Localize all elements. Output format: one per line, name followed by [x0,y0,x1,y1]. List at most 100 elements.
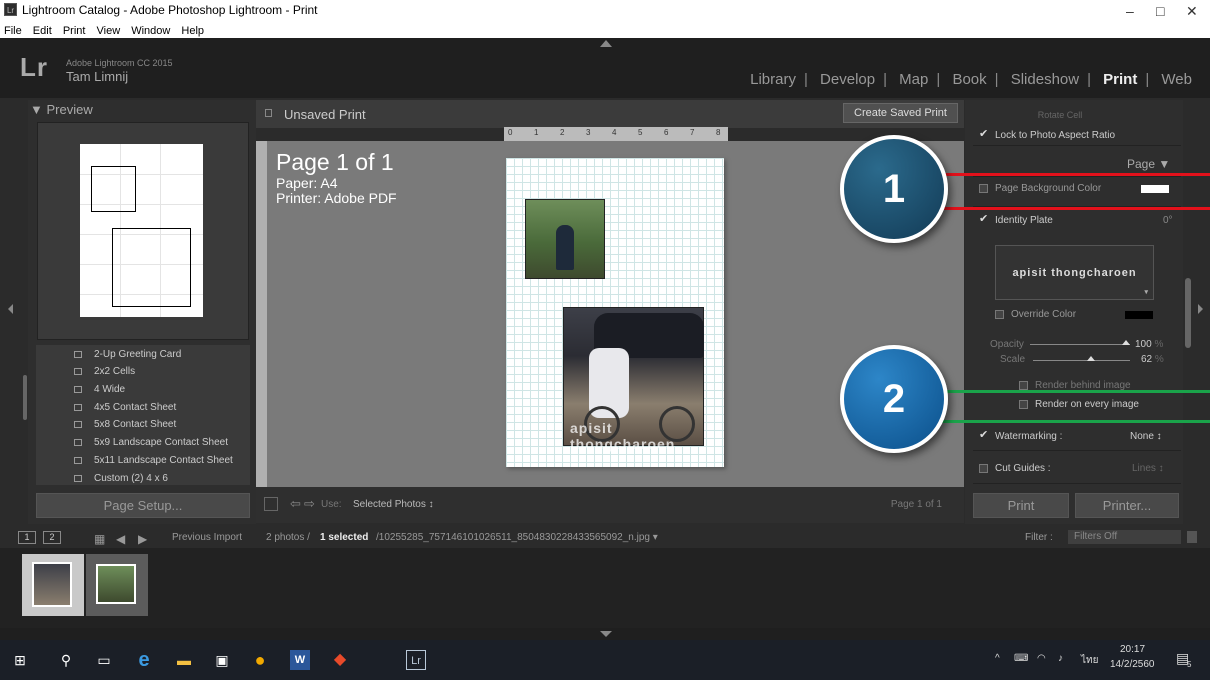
create-saved-print-button[interactable]: Create Saved Print [843,103,958,123]
filmstrip-source[interactable]: Previous Import [172,532,242,543]
template-item[interactable]: 2-Up Greeting Card [36,346,246,363]
watermarking-checkmark-icon[interactable]: ✔ [979,428,988,441]
main-window-button[interactable]: 1 [18,531,36,544]
next-page-icon[interactable]: ⇨ [304,496,315,512]
identity-plate-editor[interactable]: apisit thongcharoen ▾ [995,245,1154,300]
page-setup-button[interactable]: Page Setup... [36,493,250,518]
lock-aspect-checkmark-icon[interactable]: ✔ [979,127,988,140]
menu-view[interactable]: View [97,24,121,38]
chrome-icon[interactable]: ● [250,650,270,670]
filmstrip-thumbnail-1[interactable] [22,554,84,616]
template-item[interactable]: 5x9 Landscape Contact Sheet [36,434,246,451]
print-button[interactable]: Print [973,493,1069,518]
ruler-tick: 3 [586,128,591,137]
forward-arrow-icon[interactable]: ▶ [138,532,147,546]
opacity-slider[interactable] [1030,344,1130,345]
template-item[interactable]: 4x5 Contact Sheet [36,399,246,416]
photo-cell-2[interactable]: apisit thongcharoen [563,307,704,452]
page-bg-color-checkbox[interactable] [979,184,988,193]
watermarking-select[interactable]: None ↕ [1130,431,1162,442]
word-icon[interactable]: W [290,650,310,670]
module-map[interactable]: Map [895,71,932,88]
collapse-left-panel-icon[interactable] [8,304,13,314]
file-explorer-icon[interactable]: ▬ [174,650,194,670]
collapse-top-panel-icon[interactable] [600,40,612,47]
restore-button[interactable]: □ [1156,3,1164,19]
use-selector[interactable]: Selected Photos ↕ [353,499,434,510]
filter-select[interactable]: Filters Off [1068,530,1181,544]
override-color-swatch[interactable] [1125,311,1153,319]
tray-expand-icon[interactable]: ^ [995,653,1000,664]
template-item[interactable]: 4 Wide [36,381,246,398]
left-panel-scrollbar[interactable] [23,375,27,420]
draft-mode-checkbox[interactable] [264,497,278,511]
module-book[interactable]: Book [948,71,990,88]
filter-lock-icon[interactable] [1187,531,1197,543]
close-button[interactable]: ✕ [1186,3,1198,20]
back-arrow-icon[interactable]: ◀ [116,532,125,546]
module-web[interactable]: Web [1157,71,1196,88]
secondary-window-button[interactable]: 2 [43,531,61,544]
template-item[interactable]: 2x2 Cells [36,363,246,380]
menu-help[interactable]: Help [181,24,204,38]
collapse-filmstrip-icon[interactable] [600,631,612,637]
template-item[interactable]: Custom (2) 4 x 6 [36,470,246,487]
filmstrip-thumbnail-2[interactable] [86,554,148,616]
annotation-callout-1: 1 [840,135,948,243]
app-icon[interactable]: ◆ [330,650,350,670]
opacity-value[interactable]: 100 % [1135,339,1163,350]
lock-aspect-label: Lock to Photo Aspect Ratio [995,130,1116,141]
identity-plate-label: Identity Plate [995,215,1053,226]
scale-value[interactable]: 62 % [1141,354,1164,365]
right-panel-scrollbar[interactable] [1185,278,1191,348]
module-library[interactable]: Library [746,71,800,88]
identity-plate-checkmark-icon[interactable]: ✔ [979,212,988,225]
preview-panel-header[interactable]: ▼ Preview [30,102,252,120]
override-color-label: Override Color [1011,309,1077,320]
printer-button[interactable]: Printer... [1075,493,1179,518]
template-item[interactable]: 5x8 Contact Sheet [36,416,246,433]
menu-file[interactable]: File [4,24,22,38]
collapse-right-panel-icon[interactable] [1198,304,1203,314]
grid-view-icon[interactable]: ▦ [94,532,105,546]
cut-guides-select[interactable]: Lines ↕ [1132,463,1164,474]
menu-edit[interactable]: Edit [33,24,52,38]
menu-window[interactable]: Window [131,24,170,38]
menu-print[interactable]: Print [63,24,86,38]
filmstrip-photo-count: 2 photos / [266,532,310,543]
wifi-icon[interactable]: ◠ [1037,653,1046,664]
scale-slider[interactable] [1033,360,1130,361]
previous-page-icon[interactable]: ⇦ [290,496,301,512]
cut-guides-checkbox[interactable] [979,464,988,473]
search-icon[interactable]: ⚲ [56,650,76,670]
identity-plate-angle[interactable]: 0° [1163,215,1173,226]
opacity-slider-knob[interactable] [1122,340,1130,345]
clock-date[interactable]: 14/2/2560 [1110,659,1155,670]
identity-dropdown-icon[interactable]: ▾ [1144,289,1149,296]
page-bg-color-label: Page Background Color [995,183,1102,194]
module-print[interactable]: Print [1099,71,1141,88]
volume-icon[interactable]: ♪ [1058,653,1063,664]
edge-icon[interactable]: e [134,650,154,670]
clock-time[interactable]: 20:17 [1120,644,1145,655]
lightroom-icon[interactable]: Lr [406,650,426,670]
rotate-cell-button[interactable]: Rotate Cell [1020,110,1100,120]
input-language[interactable]: ไทย [1081,653,1098,668]
page-section-header[interactable]: Page ▼ [1127,157,1170,171]
render-every-checkbox[interactable] [1019,400,1028,409]
task-view-icon[interactable]: ▭ [94,650,114,670]
scale-slider-knob[interactable] [1087,356,1095,361]
minimize-button[interactable]: – [1126,3,1134,19]
store-icon[interactable]: ▣ [212,650,232,670]
notification-count: 5 [1187,660,1192,669]
windows-start-icon[interactable]: ⊞ [10,650,30,670]
photo-cell-1[interactable] [525,199,605,279]
module-slideshow[interactable]: Slideshow [1007,71,1083,88]
override-color-checkbox[interactable] [995,310,1004,319]
filmstrip-filename[interactable]: /10255285_757146101026511_85048302284335… [376,532,658,543]
module-develop[interactable]: Develop [816,71,879,88]
keyboard-icon[interactable]: ⌨ [1014,653,1028,664]
template-item[interactable]: 5x11 Landscape Contact Sheet [36,452,246,469]
page-bg-color-swatch[interactable] [1141,185,1169,193]
render-behind-checkbox[interactable] [1019,381,1028,390]
